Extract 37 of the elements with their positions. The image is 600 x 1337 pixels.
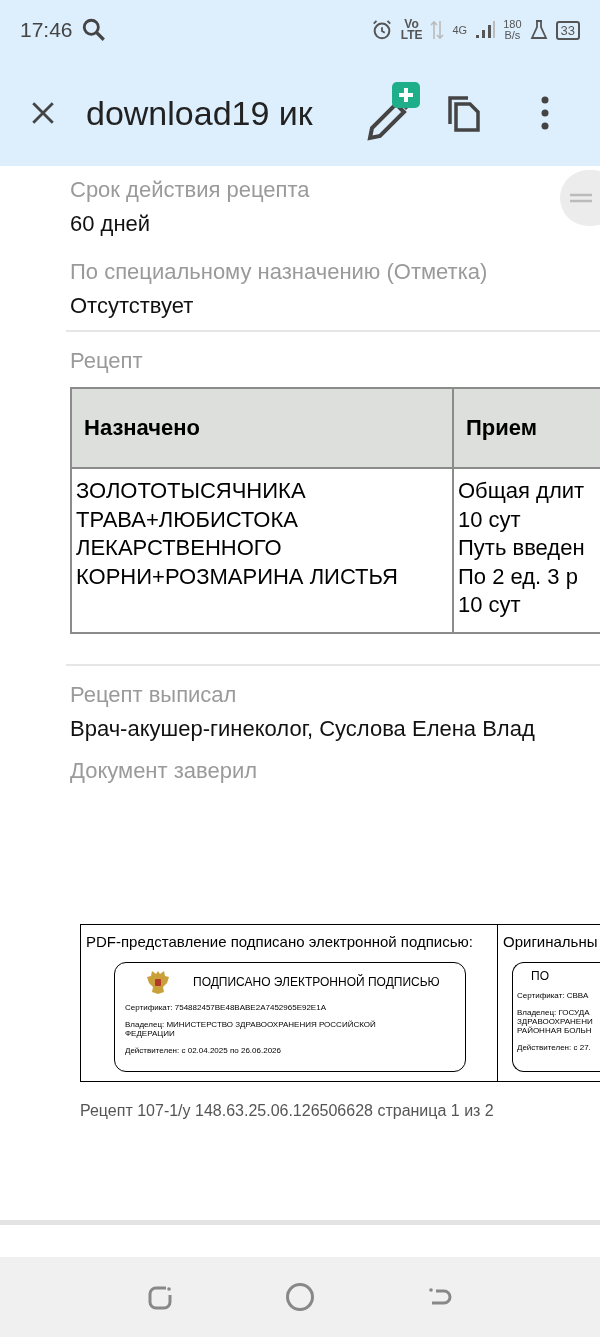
- copy-icon[interactable]: [446, 94, 480, 132]
- field-value: Врач-акушер-гинеколог, Суслова Елена Влад: [70, 715, 536, 742]
- field-label: Документ заверил: [70, 757, 259, 784]
- field-label: По специальному назначению (Отметка): [70, 259, 489, 285]
- field-label: Срок действия рецепта: [70, 177, 311, 203]
- battery-indicator: 33: [555, 20, 580, 40]
- table-cell: ЗОЛОТОТЫСЯЧНИКА ТРАВА+ЛЮБИСТОКА ЛЕКАРСТВЕННОГО КОРНИ+РОЗМАРИНА ЛИСТЬЯ: [71, 468, 453, 633]
- signature-heading: PDF-представление подписано электронной подписью:: [86, 932, 474, 950]
- flask-icon: [529, 20, 548, 40]
- stamp-text: Действителен: с 02.04.2025 по 26.06.2026: [125, 1045, 282, 1055]
- section-label: Рецепт: [70, 348, 144, 374]
- column-header: Прием: [453, 388, 600, 468]
- more-options-icon[interactable]: [540, 96, 550, 130]
- network-type: 4G: [452, 24, 468, 36]
- field-label: Рецепт выписал: [70, 681, 238, 708]
- stamp-text: Сертификат: 754882457BE48BABE2A7452965E92E1A: [125, 1002, 327, 1012]
- field-value: 60 дней: [70, 211, 152, 237]
- column-header: Назначено: [71, 388, 453, 468]
- clock-time: 17:46: [20, 18, 73, 42]
- document-title: download19 ик: [86, 93, 314, 133]
- data-speed: 180 B/s: [503, 19, 522, 41]
- data-arrows-icon: [430, 19, 445, 41]
- edit-pencil-icon[interactable]: [364, 82, 422, 144]
- stamp-title: ПО: [531, 968, 549, 983]
- signature-heading: Оригинальны: [503, 932, 599, 950]
- stamp-text: Действителен: с 27.: [517, 1042, 592, 1052]
- signal-icon: [475, 20, 496, 40]
- volte-indicator: Vo LTE: [400, 19, 423, 41]
- stamp-title: ПОДПИСАНО ЭЛЕКТРОННОЙ ПОДПИСЬЮ: [193, 974, 440, 989]
- stamp-text: Владелец: МИНИСТЕРСТВО ЗДРАВООХРАНЕНИЯ РОССИЙСКОЙ ФЕДЕРАЦИИ: [125, 1019, 377, 1038]
- close-icon[interactable]: [30, 100, 56, 126]
- search-icon[interactable]: [80, 17, 107, 43]
- stamp-text: Владелец: ГОСУДА ЗДРАВООХРАНЕНИ РАЙОННАЯ БОЛЬН: [517, 1007, 594, 1035]
- field-value: Отсутствует: [70, 293, 195, 319]
- stamp-text: Сертификат: СВВА: [517, 990, 590, 1000]
- home-icon[interactable]: [285, 1282, 315, 1312]
- page-footer: Рецепт 107-1/у 148.63.25.06.126506628 страница 1 из 2: [80, 1101, 600, 1120]
